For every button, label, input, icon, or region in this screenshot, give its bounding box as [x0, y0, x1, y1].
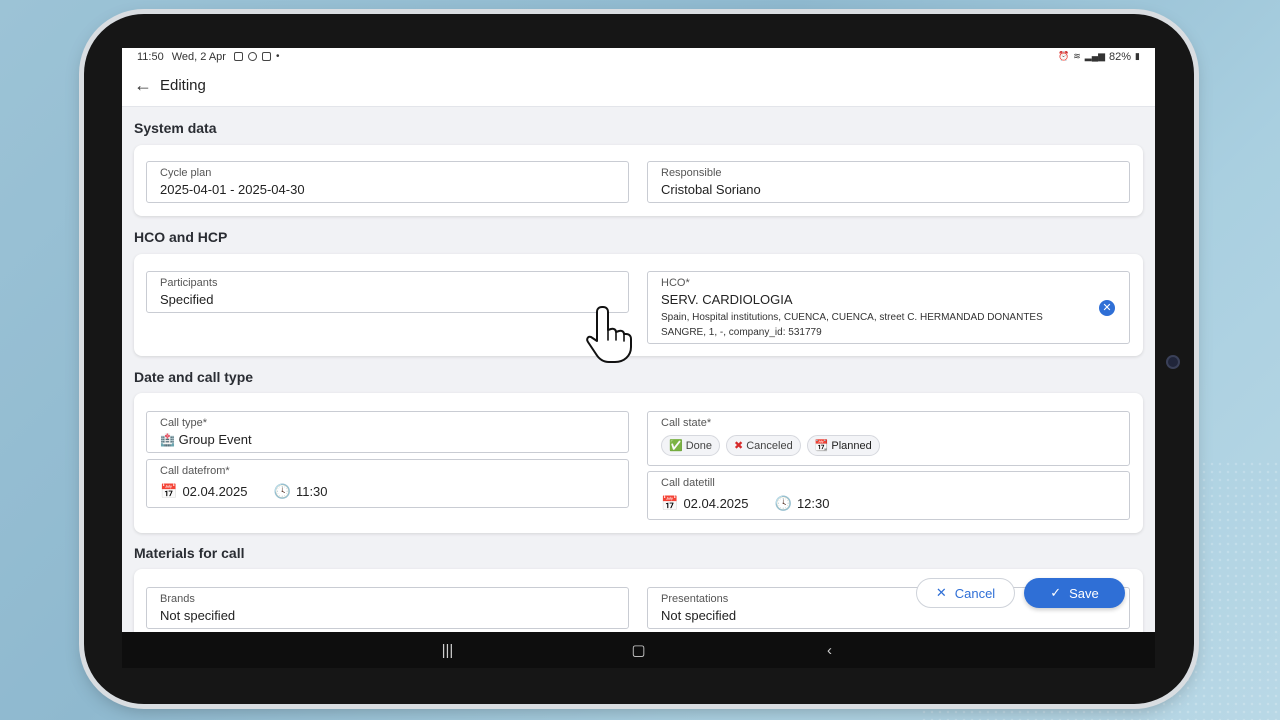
calendar-icon: 📆 [814, 440, 829, 452]
call-type-field[interactable]: Call type* 🏥 Group Event [146, 411, 629, 453]
field-label: Call type* [160, 417, 208, 429]
page-title: Editing [160, 77, 206, 94]
hand-cursor-icon [586, 306, 632, 363]
recents-icon[interactable]: ||| [428, 642, 468, 659]
cancel-button[interactable]: ✕ Cancel [916, 578, 1015, 608]
field-value: Cristobal Soriano [661, 182, 761, 197]
clock-icon[interactable]: 🕓 [274, 483, 291, 500]
group-event-icon: 🏥 [160, 433, 175, 447]
battery-icon: ▮ [1135, 51, 1140, 61]
hco-hcp-card: Participants Specified HCO* SERV. CARDIO… [134, 254, 1143, 356]
field-label: Participants [160, 277, 218, 289]
hco-field[interactable]: HCO* SERV. CARDIOLOGIA Spain, Hospital i… [647, 271, 1130, 344]
system-indicators: ⏰ ≋ ▂▄▆ 82% ▮ [1058, 51, 1140, 63]
section-title-materials: Materials for call [134, 545, 245, 561]
chip-planned[interactable]: 📆 Planned [806, 435, 880, 456]
datefrom-date[interactable]: 02.04.2025 [182, 484, 247, 499]
call-state-field[interactable]: Call state* ✅ Done ✖ Canceled 📆 Planned [647, 411, 1130, 466]
status-time: 11:50 [137, 50, 164, 63]
notification-icons: • [233, 51, 280, 62]
back-nav-icon[interactable]: ‹ [810, 642, 850, 659]
call-datefrom-field[interactable]: Call datefrom* 📅 02.04.2025 🕓 11:30 [146, 459, 629, 508]
field-value: Not specified [661, 608, 737, 623]
field-value: 2025-04-01 - 2025-04-30 [160, 182, 305, 197]
section-title-date-call: Date and call type [134, 369, 254, 385]
cycle-plan-field[interactable]: Cycle plan 2025-04-01 - 2025-04-30 [146, 161, 629, 203]
app-bar: ← Editing [122, 65, 1155, 107]
notification-icon [261, 52, 271, 61]
system-data-card: Cycle plan 2025-04-01 - 2025-04-30 Respo… [134, 145, 1143, 216]
chip-canceled[interactable]: ✖ Canceled [726, 435, 801, 456]
cross-icon: ✖ [734, 440, 744, 452]
datetill-date[interactable]: 02.04.2025 [683, 496, 748, 511]
signal-icon: ▂▄▆ [1084, 51, 1106, 61]
field-value: SERV. CARDIOLOGIA [661, 292, 793, 307]
datetill-row: 📅 02.04.2025 🕓 12:30 [661, 495, 1116, 512]
field-label: Call state* [661, 417, 712, 429]
field-label: Call datetill [661, 477, 715, 489]
field-value: Specified [160, 292, 214, 307]
system-nav-bar: ||| ▢ ‹ [122, 632, 1155, 668]
responsible-field[interactable]: Responsible Cristobal Soriano [647, 161, 1130, 203]
status-date: Wed, 2 Apr [171, 50, 226, 63]
calendar-icon[interactable]: 📅 [160, 483, 177, 500]
date-call-card: Call type* 🏥 Group Event Call datefrom* … [134, 393, 1143, 533]
camera-icon [1166, 355, 1180, 369]
check-icon: ✅ [669, 440, 683, 452]
clock-icon[interactable]: 🕓 [775, 495, 792, 512]
back-arrow-icon[interactable]: ← [134, 75, 158, 96]
call-state-chips: ✅ Done ✖ Canceled 📆 Planned [661, 435, 1116, 456]
calendar-icon[interactable]: 📅 [661, 495, 678, 512]
check-icon: ✓ [1050, 585, 1062, 600]
section-title-system: System data [134, 120, 217, 136]
clear-icon[interactable]: ✕ [1099, 300, 1115, 316]
field-label: Brands [160, 593, 195, 605]
chip-label: Canceled [746, 439, 793, 452]
brands-field[interactable]: Brands Not specified [146, 587, 629, 629]
field-label: Responsible [661, 167, 722, 179]
battery-level: 82% [1109, 50, 1132, 63]
notification-icon [233, 52, 243, 61]
section-title-hco-hcp: HCO and HCP [134, 229, 228, 245]
tablet-frame: 11:50 Wed, 2 Apr • ⏰ ≋ ▂▄▆ 82% ▮ ← Editi… [84, 14, 1194, 704]
datefrom-row: 📅 02.04.2025 🕓 11:30 [160, 483, 615, 500]
field-label: HCO* [661, 277, 690, 289]
datefrom-time[interactable]: 11:30 [296, 484, 328, 499]
cancel-label: Cancel [954, 585, 996, 601]
call-type-value: Group Event [178, 432, 252, 447]
form-content[interactable]: System data Cycle plan 2025-04-01 - 2025… [134, 107, 1143, 649]
hco-address: Spain, Hospital institutions, CUENCA, CU… [661, 312, 1043, 338]
save-button[interactable]: ✓ Save [1024, 578, 1125, 608]
field-label: Call datefrom* [160, 465, 230, 477]
home-icon[interactable]: ▢ [619, 641, 659, 659]
field-label: Cycle plan [160, 167, 212, 179]
close-icon: ✕ [935, 585, 947, 600]
notification-icon [247, 52, 257, 61]
status-bar: 11:50 Wed, 2 Apr • ⏰ ≋ ▂▄▆ 82% ▮ [122, 48, 1155, 65]
field-value: 🏥 Group Event [160, 432, 615, 447]
more-dot-icon: • [275, 51, 280, 62]
field-value: Not specified [160, 608, 236, 623]
chip-label: Planned [831, 439, 872, 452]
call-datetill-field[interactable]: Call datetill 📅 02.04.2025 🕓 12:30 [647, 471, 1130, 520]
wifi-icon: ≋ [1073, 51, 1081, 61]
datetill-time[interactable]: 12:30 [797, 496, 830, 511]
chip-done[interactable]: ✅ Done [661, 435, 720, 456]
alarm-icon: ⏰ [1058, 51, 1070, 61]
save-label: Save [1069, 585, 1099, 601]
chip-label: Done [685, 439, 712, 452]
participants-field[interactable]: Participants Specified [146, 271, 629, 313]
app-screen: 11:50 Wed, 2 Apr • ⏰ ≋ ▂▄▆ 82% ▮ ← Editi… [122, 48, 1155, 668]
